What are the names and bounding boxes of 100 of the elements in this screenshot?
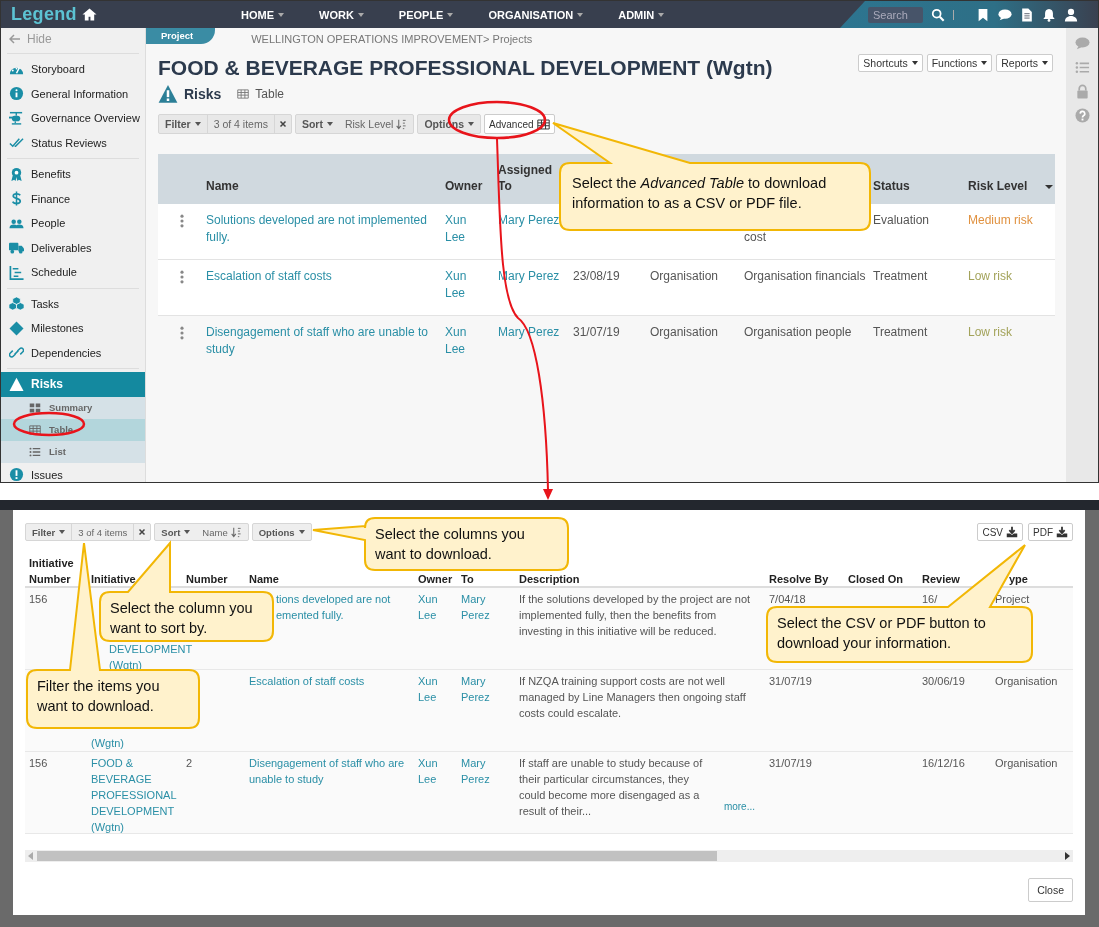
table-cell-text: 2 [186, 756, 194, 771]
risk-name-link[interactable]: Escalation of staff costs [249, 673, 365, 689]
column-header[interactable]: Status [873, 178, 968, 204]
download-button[interactable]: PDF [1028, 523, 1073, 541]
sidebar-item[interactable]: Issues [1, 462, 145, 482]
owner-link[interactable]: Xun Lee [418, 591, 453, 623]
sidebar-item[interactable]: Benefits [1, 162, 145, 187]
owner-link[interactable]: Xun Lee [418, 755, 453, 787]
column-header[interactable]: Description [519, 571, 580, 588]
sidebar-item[interactable]: People [1, 211, 145, 236]
column-header[interactable]: Number [186, 571, 228, 588]
bell-button[interactable] [1042, 7, 1056, 22]
table-cell-text: Organisation [650, 324, 720, 341]
submenu-item[interactable]: List [1, 440, 145, 463]
sidebar-item-label: Status Reviews [31, 136, 107, 149]
sidebar-item[interactable]: Milestones [1, 316, 145, 341]
bookmark-button[interactable] [976, 7, 990, 22]
sort-button[interactable]: Sort [155, 524, 197, 540]
risk-name-link[interactable]: Disengagement of staff who are unable to study [249, 755, 410, 787]
caret-icon[interactable] [1045, 185, 1053, 189]
dropdown-button[interactable]: Shortcuts [858, 54, 923, 72]
table-cell-text: 30/06/19 [922, 674, 966, 689]
arrow-left-icon [9, 34, 21, 44]
risk-name-link[interactable]: Solutions developed are not implemented fully. [206, 212, 445, 259]
sidebar-item[interactable]: Storyboard [1, 57, 145, 82]
grid-icon [29, 401, 41, 414]
column-header[interactable]: Resolve By [769, 571, 829, 588]
lock-icon [1074, 84, 1090, 99]
section-title: Risks [184, 86, 222, 102]
sidebar-item[interactable]: Deliverables [1, 235, 145, 260]
risk-name-link[interactable]: Escalation of staff costs [206, 268, 445, 315]
initiative-link[interactable]: (Wgtn) [91, 735, 124, 751]
options-button[interactable]: Options [252, 524, 311, 540]
nav-menu-item[interactable]: ORGANISATION [488, 8, 584, 21]
filter-button[interactable]: Filter [159, 115, 207, 133]
risk-name-link[interactable]: Disengagement of staff who are unable to study [206, 324, 445, 371]
sidebar-item[interactable]: Dependencies [1, 340, 145, 365]
owner-link[interactable]: Xun Lee [418, 673, 453, 705]
dropdown-button[interactable]: Reports [996, 54, 1053, 72]
column-header[interactable]: Owner [418, 571, 453, 588]
assignee-link[interactable]: Mary Perez [461, 673, 511, 705]
clear-icon [277, 119, 288, 129]
nav-menu-item[interactable]: HOME [241, 8, 284, 21]
filter-button[interactable]: Filter [26, 524, 72, 540]
nav-menu-item[interactable]: ADMIN [618, 8, 665, 21]
home-button[interactable] [81, 7, 97, 22]
sort-field-button[interactable]: Risk Level [338, 115, 414, 133]
download-button[interactable]: CSV [977, 523, 1023, 541]
assignee-link[interactable]: Mary Perez [461, 591, 511, 623]
more-link[interactable]: more... [723, 799, 755, 815]
search-field[interactable]: Search [868, 6, 923, 23]
table-icon [237, 88, 250, 100]
column-header[interactable]: Initiative [91, 571, 136, 588]
scroll-right-icon[interactable] [1064, 852, 1070, 860]
nav-menu-item[interactable]: PEOPLE [398, 8, 454, 21]
column-header[interactable]: ype [1009, 571, 1028, 588]
comment-button[interactable] [998, 7, 1012, 22]
column-header[interactable]: Risk Level [968, 178, 1028, 194]
column-header[interactable]: Name [206, 178, 445, 204]
column-header[interactable]: Review [922, 571, 960, 588]
sidebar-item[interactable]: Finance [1, 186, 145, 211]
column-header[interactable]: Initiative Number [29, 555, 76, 588]
submenu-item[interactable]: Summary [1, 396, 145, 419]
scrollbar-thumb[interactable] [37, 851, 717, 861]
project-tab[interactable]: Project [146, 28, 216, 44]
dropdown-button[interactable]: Functions [926, 54, 993, 72]
person-link[interactable]: Xun Lee [445, 324, 479, 371]
person-link[interactable]: Xun Lee [445, 212, 479, 259]
horizontal-scrollbar[interactable] [25, 850, 1073, 862]
caret-icon [326, 122, 333, 126]
sidebar-item[interactable]: Tasks [1, 291, 145, 316]
sidebar-item[interactable]: Schedule [1, 260, 145, 285]
logo[interactable]: Legend [11, 4, 77, 25]
link-icon [9, 345, 24, 361]
person-link[interactable]: Mary Perez [498, 324, 573, 371]
column-header[interactable]: Closed On [848, 571, 903, 588]
column-header[interactable]: To [461, 571, 474, 588]
search-button[interactable] [931, 7, 945, 22]
submenu-item-label: Summary [49, 402, 93, 413]
sort-button[interactable]: Sort [295, 115, 339, 133]
caret-icon [184, 530, 191, 534]
nav-menu-item[interactable]: WORK [319, 8, 364, 21]
sidebar-item[interactable]: General Information [1, 81, 145, 106]
column-header[interactable]: Name [249, 571, 279, 588]
advanced-table-button[interactable]: Advanced [484, 114, 555, 134]
callout-text: Select the column you want to sort by. [109, 599, 254, 638]
initiative-link[interactable]: FOOD & BEVERAGE PROFESSIONAL DEVELOPMENT (Wgtn) [91, 755, 178, 835]
close-button[interactable]: Close [1028, 878, 1073, 902]
sidebar-item[interactable]: Risks [1, 372, 145, 397]
sidebar-item[interactable]: Governance Overview [1, 106, 145, 131]
submenu-item[interactable]: Table [1, 418, 145, 441]
document-button[interactable] [1020, 7, 1034, 22]
risk-name-link[interactable]: tions developed are not emented fully. [276, 591, 410, 623]
assignee-link[interactable]: Mary Perez [461, 755, 511, 787]
user-button[interactable] [1064, 7, 1078, 22]
column-header[interactable]: Owner [445, 178, 498, 204]
helicopter-icon [9, 110, 24, 126]
person-link[interactable]: Xun Lee [445, 268, 479, 315]
sidebar-item[interactable]: Status Reviews [1, 130, 145, 155]
sort-field-button[interactable]: Name [196, 524, 248, 540]
